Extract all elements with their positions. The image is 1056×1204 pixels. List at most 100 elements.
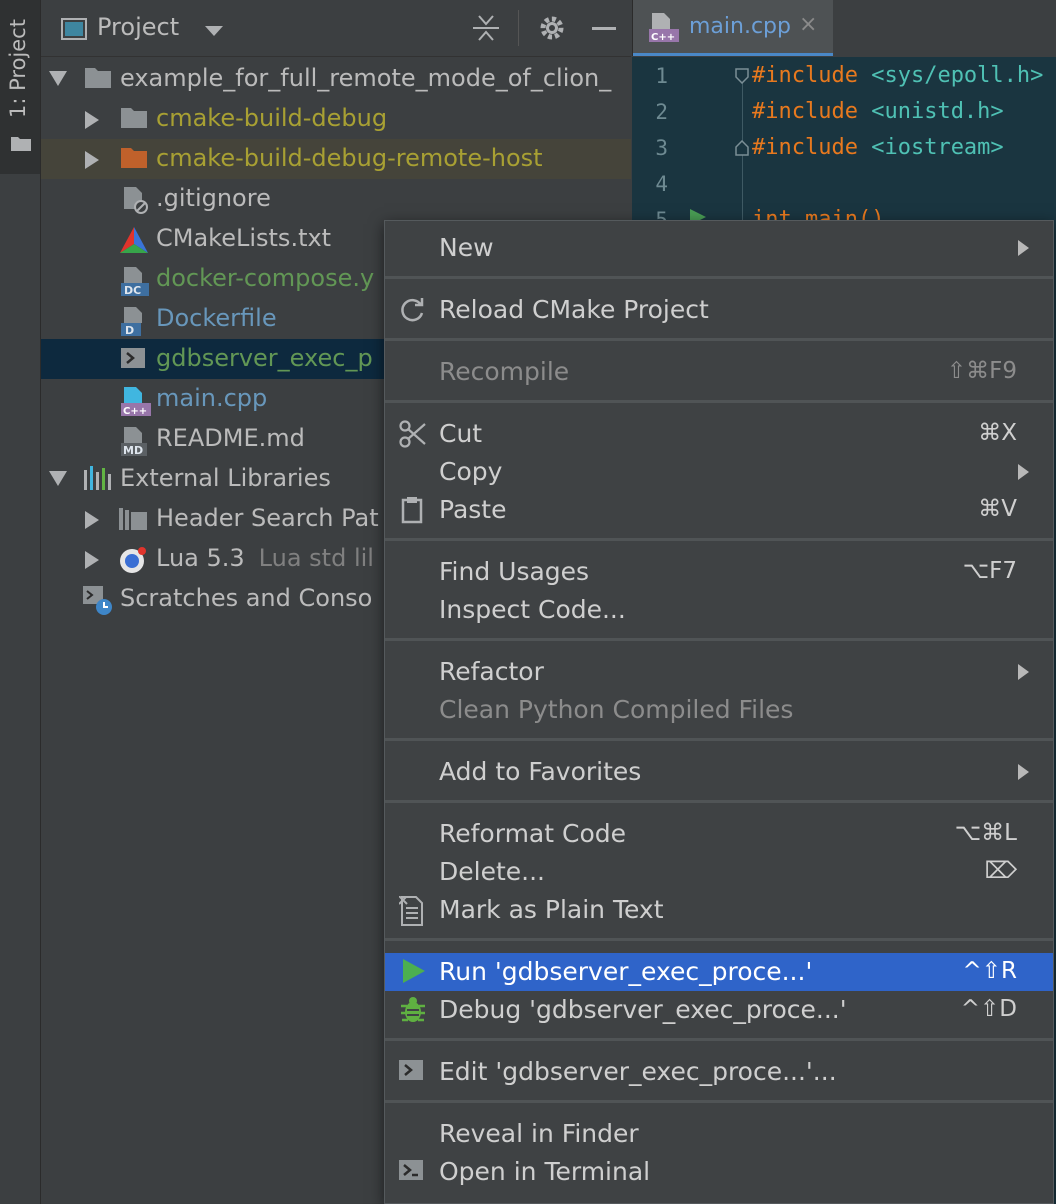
tree-item-label: README.md [156,424,305,452]
svg-text:MD: MD [123,444,143,456]
menu-item-reveal-in-finder[interactable]: Reveal in Finder [385,1115,1053,1153]
tree-item-label: .gitignore [156,184,271,212]
folder-icon [85,68,111,88]
cpp-file-icon: C++ [649,13,679,42]
project-view-selector[interactable]: Project [97,13,179,41]
code-line: #include <iostream> [752,135,1004,160]
menu-item-edit-configuration[interactable]: Edit 'gdbserver_exec_proce...'... [385,1053,1053,1091]
shortcut: ⌦ [984,858,1017,884]
menu-item-paste[interactable]: Paste ⌘V [385,491,1053,529]
shortcut: ⇧⌘F9 [946,358,1017,384]
line-number: 4 [655,172,668,196]
folder-icon [11,137,31,151]
clipboard-icon [401,497,423,524]
editor-tab-bar: C++ main.cpp × [632,0,1056,56]
menu-item-copy[interactable]: Copy [385,453,1053,491]
menu-item-new[interactable]: New [385,229,1053,267]
cmake-icon [120,227,148,253]
reload-icon [401,298,424,322]
project-tool-window-label: 1: Project [6,19,30,118]
markdown-file-icon: MD [121,427,147,456]
tree-item-gitignore[interactable]: .gitignore [41,179,631,219]
library-folder-icon [119,508,147,530]
menu-item-clean-python: Clean Python Compiled Files [439,695,794,724]
shortcut: ⌥⌘L [954,820,1017,846]
tree-item-root[interactable]: example_for_full_remote_mode_of_clion_ [41,59,631,99]
menu-item-cut[interactable]: Cut ⌘X [385,415,1053,453]
collapse-arrow-icon[interactable] [85,151,99,169]
menu-item-open-in-terminal[interactable]: Open in Terminal [385,1153,1053,1191]
run-icon [403,959,425,983]
expand-arrow-icon[interactable] [49,471,67,487]
hide-panel-icon[interactable] [592,27,616,30]
expand-arrow-icon[interactable] [49,71,67,87]
project-panel-header: Project [41,0,631,57]
folder-icon [121,108,147,128]
shell-script-icon [121,348,145,368]
menu-item-reload-cmake[interactable]: Reload CMake Project [385,291,1053,329]
docker-compose-file-icon: DC [121,267,149,296]
submenu-arrow-icon [1018,664,1029,680]
scissors-icon [399,420,426,448]
tree-item-label: Dockerfile [156,304,277,332]
close-icon[interactable]: × [799,12,817,37]
menu-item-mark-plain-text[interactable]: Mark as Plain Text [385,891,1053,929]
fold-icon[interactable] [735,68,749,84]
line-number: 2 [655,100,668,124]
menu-item-debug[interactable]: Debug 'gdbserver_exec_proce...' ^⇧D [385,991,1053,1029]
terminal-icon [399,1160,423,1180]
tree-item-label: cmake-build-debug-remote-host [156,144,543,172]
dockerfile-icon: D [121,307,142,336]
scratches-icon [83,586,112,615]
cpp-file-icon: C++ [121,387,151,416]
tree-item-label: gdbserver_exec_p [156,344,373,372]
svg-text:C++: C++ [651,32,675,42]
excluded-folder-icon [121,148,147,168]
chevron-down-icon[interactable] [205,26,223,36]
shortcut: ^⇧R [962,958,1017,984]
svg-text:DC: DC [124,284,141,296]
tree-item-label: Lua 5.3 Lua std lil [156,544,374,572]
collapse-all-icon[interactable] [473,14,499,42]
context-menu: New Reload CMake Project Recompile ⇧⌘F9 … [384,220,1054,1204]
shortcut: ⌘V [978,496,1017,522]
debug-bug-icon [401,997,425,1022]
tree-item-label: main.cpp [156,384,268,412]
tree-item-label: example_for_full_remote_mode_of_clion_ [120,64,612,92]
tree-item-label: Header Search Pat [156,504,379,532]
tree-item-cmake-build-debug[interactable]: cmake-build-debug [41,99,631,139]
menu-item-run[interactable]: Run 'gdbserver_exec_proce...' ^⇧R [385,953,1053,991]
shell-script-icon [399,1060,423,1080]
collapse-arrow-icon[interactable] [85,551,99,569]
tab-main-cpp[interactable]: C++ main.cpp × [633,0,833,56]
tree-item-label: External Libraries [120,464,331,492]
project-tool-window-button[interactable]: 1: Project [0,0,40,174]
submenu-arrow-icon [1018,764,1029,780]
shortcut: ^⇧D [960,996,1017,1022]
menu-item-reformat-code[interactable]: Reformat Code ⌥⌘L [385,815,1053,853]
menu-item-delete[interactable]: Delete... ⌦ [385,853,1053,891]
gear-icon[interactable] [538,14,566,42]
plain-text-file-icon [399,896,423,926]
library-icon [84,466,111,490]
menu-item-refactor[interactable]: Refactor [385,653,1053,691]
tab-label: main.cpp [689,14,791,39]
submenu-arrow-icon [1018,464,1029,480]
menu-item-find-usages[interactable]: Find Usages ⌥F7 [385,553,1053,591]
lua-icon [120,547,146,573]
project-view-icon [61,18,87,40]
shortcut: ⌥F7 [962,558,1017,584]
fold-icon[interactable] [735,140,749,156]
collapse-arrow-icon[interactable] [85,111,99,129]
collapse-arrow-icon[interactable] [85,511,99,529]
tree-item-cmake-build-debug-remote-host[interactable]: cmake-build-debug-remote-host [41,139,631,179]
line-number: 3 [655,136,668,160]
tool-window-stripe [0,0,41,1204]
menu-item-add-to-favorites[interactable]: Add to Favorites [385,753,1053,791]
svg-text:C++: C++ [123,406,147,416]
shortcut: ⌘X [978,420,1017,446]
ignore-file-icon [124,187,148,214]
menu-item-inspect-code[interactable]: Inspect Code... [385,591,1053,629]
menu-item-recompile: Recompile ⇧⌘F9 [439,357,1017,386]
submenu-arrow-icon [1018,240,1029,256]
